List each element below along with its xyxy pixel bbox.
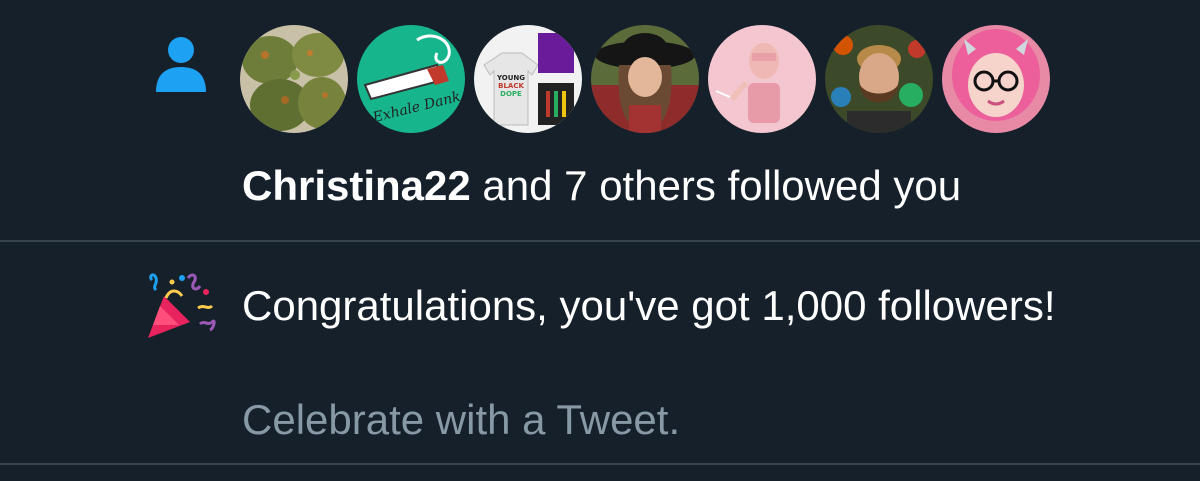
actor-username[interactable]: Christina22 xyxy=(242,162,471,209)
follow-notification[interactable]: Exhale Dank YOUNG BLACK DOPE Christina22… xyxy=(0,0,1200,241)
avatar-2[interactable]: Exhale Dank xyxy=(357,25,465,133)
divider xyxy=(0,463,1200,465)
dope-label: DOPE xyxy=(500,90,522,98)
celebrate-tweet-link[interactable]: Celebrate with a Tweet. xyxy=(242,394,680,446)
avatar-3[interactable]: YOUNG BLACK DOPE xyxy=(474,25,582,133)
black-label: BLACK xyxy=(498,82,524,90)
avatar-6[interactable] xyxy=(825,25,933,133)
person-icon xyxy=(156,37,206,92)
avatar-7[interactable] xyxy=(942,25,1050,133)
milestone-message: Congratulations, you've got 1,000 follow… xyxy=(242,282,1056,329)
follow-message: Christina22 and 7 others followed you xyxy=(242,160,961,212)
avatar-1[interactable] xyxy=(240,25,348,133)
avatar-4[interactable] xyxy=(591,25,699,133)
follow-message-rest: and 7 others followed you xyxy=(470,162,962,209)
young-label: YOUNG xyxy=(496,74,525,82)
avatar-5[interactable] xyxy=(708,25,816,133)
notifications-feed: Exhale Dank YOUNG BLACK DOPE Christina22… xyxy=(0,0,1200,481)
party-popper-icon xyxy=(148,273,216,338)
